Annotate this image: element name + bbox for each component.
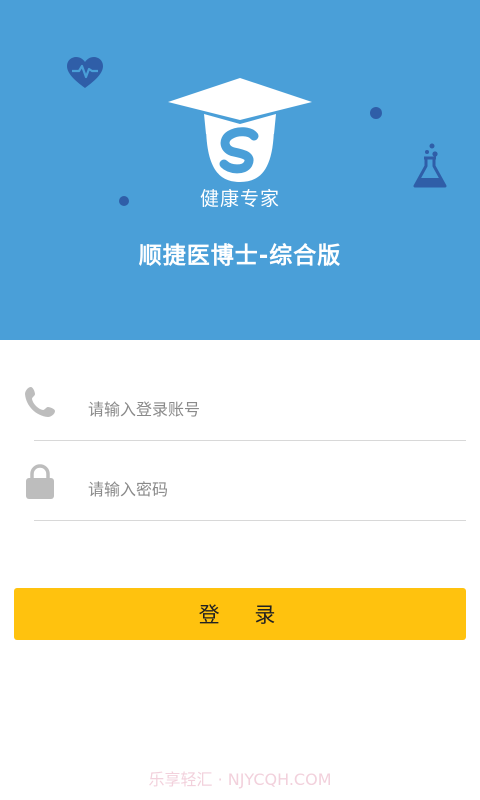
logo-caption: 健康专家 (199, 188, 280, 210)
lock-icon (26, 464, 54, 499)
password-field-row (26, 458, 466, 521)
header-banner: 健康专家 顺捷医博士-综合版 (0, 0, 480, 340)
phone-icon (25, 387, 55, 417)
login-screen: 健康专家 顺捷医博士-综合版 登 录 乐享轻汇 · NJYCQH.COM (0, 0, 480, 800)
login-button[interactable]: 登 录 (14, 588, 466, 640)
heart-pulse-icon (67, 57, 103, 88)
decor-dot (370, 107, 382, 119)
password-input[interactable] (88, 472, 458, 506)
app-title: 顺捷医博士-综合版 (138, 243, 342, 269)
flask-icon (413, 143, 447, 188)
graduation-cap-logo-icon (168, 78, 312, 182)
account-input[interactable] (88, 392, 458, 426)
account-field-row (25, 378, 466, 441)
watermark: 乐享轻汇 · NJYCQH.COM (148, 770, 332, 789)
decor-dot (119, 196, 129, 206)
